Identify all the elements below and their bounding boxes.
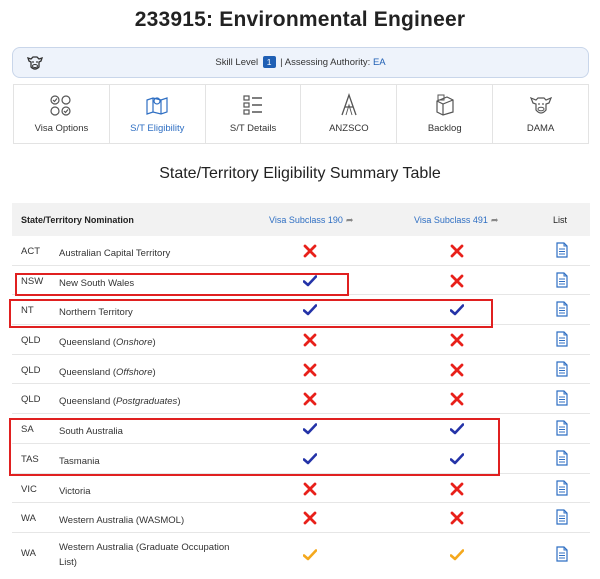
document-icon[interactable] xyxy=(555,509,569,525)
document-icon[interactable] xyxy=(555,479,569,496)
skill-level-badge: 1 xyxy=(262,56,276,68)
authority-label: Assessing Authority: xyxy=(284,57,371,68)
state-name-text: Queensland ( xyxy=(59,396,117,408)
state-code: WA xyxy=(21,513,36,525)
cross-icon xyxy=(450,363,464,377)
page-title: 233915: Environmental Engineer xyxy=(134,8,466,31)
tab-st-details[interactable]: S/T Details xyxy=(206,85,302,143)
state-name: Queensland (Onshore) xyxy=(59,337,156,349)
state-code: QLD xyxy=(21,394,41,406)
share-icon: ➦ xyxy=(490,215,499,225)
cross-icon xyxy=(450,482,464,496)
state-code: QLD xyxy=(21,335,41,347)
header-list: List xyxy=(553,215,568,225)
state-name: Queensland (Postgraduates) xyxy=(59,396,181,408)
check-icon xyxy=(302,548,318,562)
separator: | xyxy=(280,57,283,68)
tab-bar: Visa Options S/T Eligibility S/T Details… xyxy=(13,84,589,144)
header-label: Visa Subclass 491 xyxy=(414,215,488,225)
checklist-icon xyxy=(50,95,72,116)
table-row: QLD Queensland (Offshore) xyxy=(12,355,590,385)
cross-icon xyxy=(450,511,464,525)
tab-anzsco[interactable]: ANZSCO xyxy=(301,85,398,143)
state-code: QLD xyxy=(21,364,41,376)
cross-icon xyxy=(303,392,317,406)
tab-backlog[interactable]: Backlog xyxy=(397,85,494,143)
state-name-text: Western Australia (Graduate Occupation L… xyxy=(59,541,230,568)
table-row: WA Western Australia (WASMOL) xyxy=(12,503,590,533)
tab-dama[interactable]: DAMA xyxy=(493,85,588,143)
tab-label: S/T Details xyxy=(229,123,277,134)
cow-icon xyxy=(529,96,552,114)
highlight-box-sa-tas xyxy=(9,418,500,476)
tab-label: Backlog xyxy=(427,123,462,134)
document-icon[interactable] xyxy=(555,420,569,436)
state-code: ACT xyxy=(21,246,40,257)
authority-link[interactable]: EA xyxy=(373,57,386,68)
cross-icon xyxy=(303,363,317,377)
state-name-text: Victoria xyxy=(59,485,91,497)
boxes-icon xyxy=(436,94,454,116)
header-subclass-190[interactable]: Visa Subclass 190 ➦ xyxy=(269,215,353,226)
check-icon xyxy=(449,548,465,562)
skill-level-label: Skill Level xyxy=(215,57,259,68)
anzsco-a-icon xyxy=(341,93,357,116)
state-name: Western Australia (Graduate Occupation L… xyxy=(59,540,249,570)
document-icon[interactable] xyxy=(555,272,569,288)
map-icon xyxy=(146,97,168,115)
document-icon[interactable] xyxy=(555,361,569,377)
state-name-text: Australian Capital Territory xyxy=(59,248,171,259)
cross-icon xyxy=(303,511,317,525)
table-row: ACT Australian Capital Territory xyxy=(12,236,590,266)
tab-visa-options[interactable]: Visa Options xyxy=(14,85,110,143)
tab-label: Visa Options xyxy=(34,123,89,134)
eligibility-table: State/Territory Nomination Visa Subclass… xyxy=(9,203,590,577)
state-name: Victoria xyxy=(59,484,249,499)
tab-label: ANZSCO xyxy=(329,123,369,134)
cross-icon xyxy=(450,244,464,258)
document-icon[interactable] xyxy=(555,450,569,466)
header-nomination: State/Territory Nomination xyxy=(21,215,134,225)
table-row: QLD Queensland (Onshore) xyxy=(12,325,590,355)
header-subclass-491[interactable]: Visa Subclass 491 ➦ xyxy=(414,215,498,226)
cross-icon xyxy=(450,392,464,406)
state-name: Queensland (Offshore) xyxy=(59,366,156,378)
state-name-note: Postgraduates xyxy=(116,396,178,408)
state-name: Australian Capital Territory xyxy=(59,246,249,261)
table-row: VIC Victoria xyxy=(12,474,590,504)
state-code: WA xyxy=(21,547,36,559)
tab-st-eligibility[interactable]: S/T Eligibility xyxy=(110,85,206,143)
list-details-icon xyxy=(243,95,263,115)
document-icon[interactable] xyxy=(555,390,569,407)
state-code: VIC xyxy=(21,483,37,495)
state-name-text: Queensland ( xyxy=(59,366,117,378)
state-name-note: Offshore xyxy=(116,366,153,378)
document-icon[interactable] xyxy=(555,331,569,347)
cross-icon xyxy=(303,333,317,347)
header-label: Visa Subclass 190 xyxy=(269,215,343,225)
state-name-text: Queensland ( xyxy=(59,337,117,349)
table-row: WA Western Australia (Graduate Occupation… xyxy=(12,533,590,577)
tab-label: S/T Eligibility xyxy=(130,123,185,134)
highlight-box-nt xyxy=(9,299,493,328)
state-name-text: Western Australia (WASMOL) xyxy=(59,515,185,527)
section-title: State/Territory Eligibility Summary Tabl… xyxy=(159,165,441,182)
skill-info-bar: Skill Level 1 | Assessing Authority: EA xyxy=(12,47,589,78)
table-header: State/Territory Nomination Visa Subclass… xyxy=(12,203,590,236)
state-name-note: Onshore xyxy=(116,337,153,349)
document-icon[interactable] xyxy=(555,242,569,258)
state-name: Western Australia (WASMOL) xyxy=(59,513,249,528)
cross-icon xyxy=(303,482,317,496)
table-row: QLD Queensland (Postgraduates) xyxy=(12,384,590,415)
highlight-box-nsw xyxy=(15,273,349,296)
cross-icon xyxy=(450,274,464,288)
cross-icon xyxy=(303,244,317,258)
share-icon: ➦ xyxy=(345,215,354,225)
document-icon[interactable] xyxy=(555,301,569,317)
tab-label: DAMA xyxy=(526,123,555,134)
document-icon[interactable] xyxy=(555,546,569,562)
cross-icon xyxy=(450,333,464,347)
